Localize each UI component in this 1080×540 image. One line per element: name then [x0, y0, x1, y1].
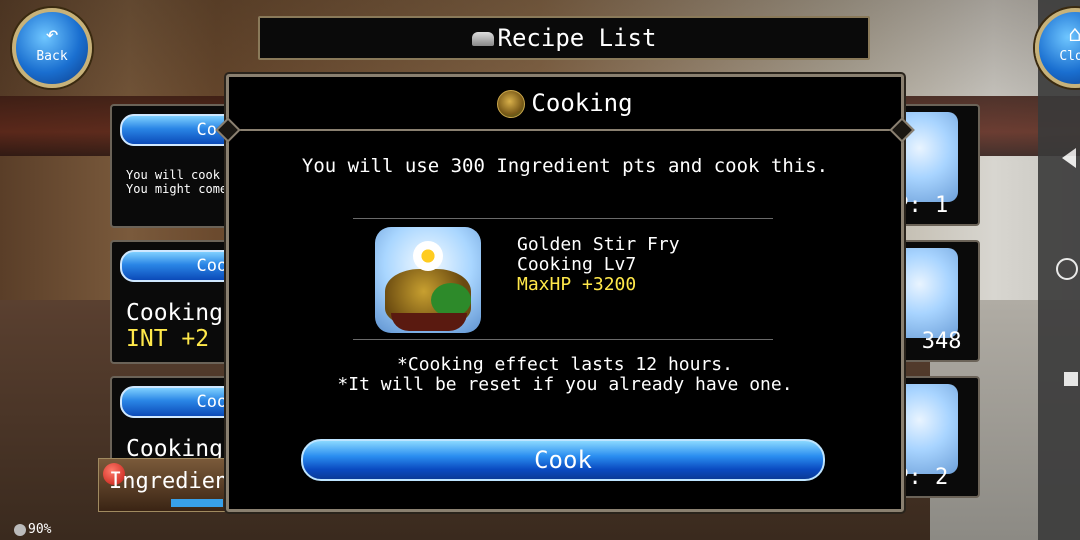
dialog-title: Cooking: [531, 89, 633, 117]
item-name: Golden Stir Fry: [517, 234, 680, 255]
food-bowl: [391, 313, 467, 331]
battery-status: 90%: [14, 522, 51, 537]
system-home-icon[interactable]: [1056, 258, 1078, 280]
golden-stir-fry-image: [375, 227, 481, 333]
note-line-1: *Cooking effect lasts 12 hours.: [397, 354, 733, 375]
home-icon: ⌂: [1068, 22, 1080, 47]
ingredient-label: Ingredient: [109, 469, 242, 494]
dialog-header: Cooking: [229, 77, 901, 131]
recipe-book-icon: [471, 32, 494, 46]
item-info: Golden Stir Fry Cooking Lv7 MaxHP +3200: [517, 235, 680, 295]
cook-button[interactable]: Cook: [301, 439, 825, 481]
system-back-icon[interactable]: [1062, 148, 1076, 168]
cook-confirm-message: You will use 300 Ingredient pts and cook…: [301, 155, 829, 177]
item-effect: MaxHP +3200: [517, 274, 637, 295]
note-line-2: *It will be reset if you already have on…: [337, 374, 793, 395]
item-level: Cooking Lv7: [517, 254, 637, 275]
back-label: Back: [36, 49, 68, 64]
fried-egg: [413, 241, 443, 271]
cooking-note: *Cooking effect lasts 12 hours. *It will…: [229, 355, 901, 395]
battery-icon: [14, 523, 26, 536]
recipe-card-2-effect: INT +2: [126, 326, 210, 352]
food-greens: [431, 283, 471, 317]
back-arrow-icon: ↶: [45, 22, 59, 47]
recipe-list-title-bar: Recipe List: [258, 16, 870, 60]
page-title: Recipe List: [497, 24, 657, 52]
ingredient-gauge: [171, 499, 223, 507]
cooking-dialog: Cooking You will use 300 Ingredient pts …: [215, 74, 915, 512]
recipe-card-1-line-2: You might come: [126, 182, 226, 196]
recipe-card-2-title: Cooking: [126, 300, 223, 326]
divider-bottom: [353, 339, 773, 340]
battery-value: 90%: [28, 522, 52, 537]
close-label: Clos: [1059, 49, 1080, 64]
ingredient-tab[interactable]: Ingredient: [98, 458, 241, 512]
cooking-pot-icon: [497, 90, 526, 118]
divider-top: [353, 218, 773, 219]
recipe-card-1-line-1: You will cook s: [126, 168, 226, 182]
back-button[interactable]: ↶ Back: [12, 8, 92, 88]
system-recents-icon[interactable]: [1064, 372, 1078, 386]
